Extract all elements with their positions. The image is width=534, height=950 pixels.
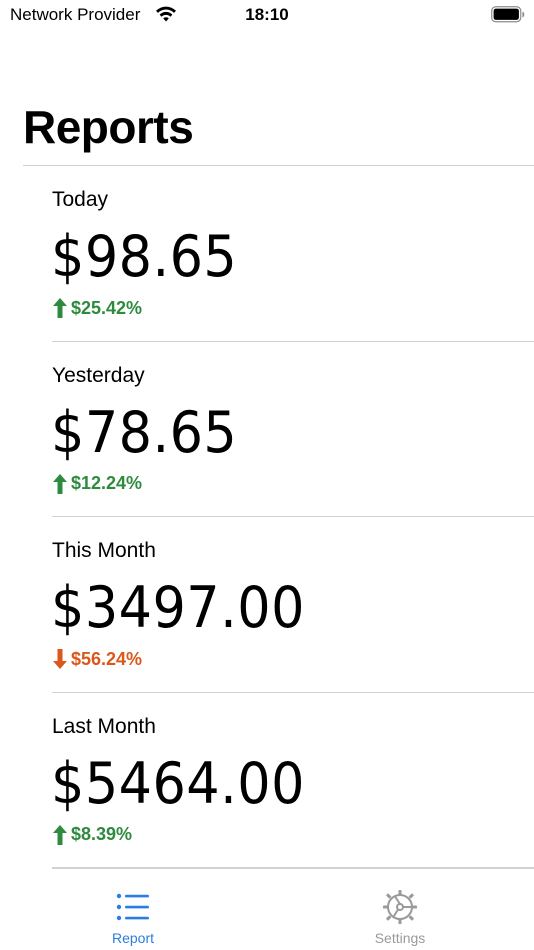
reports-list: Today $98.65 $25.42% Yesterday $78.65 $1… bbox=[51, 166, 534, 868]
arrow-up-icon bbox=[53, 298, 67, 318]
battery-icon bbox=[491, 6, 525, 23]
gear-icon bbox=[383, 890, 417, 924]
report-change-value: $8.39% bbox=[71, 824, 133, 844]
tab-bar-divider bbox=[52, 868, 534, 869]
report-item-yesterday[interactable]: Yesterday $78.65 $12.24% bbox=[51, 342, 534, 517]
report-label: This Month bbox=[52, 539, 156, 562]
arrow-up-icon bbox=[53, 824, 67, 845]
report-change: $8.39% bbox=[52, 823, 132, 847]
report-change-value: $12.24% bbox=[71, 473, 143, 493]
report-item-today[interactable]: Today $98.65 $25.42% bbox=[51, 166, 534, 342]
report-label: Today bbox=[52, 188, 109, 211]
status-bar: Network Provider 18:10 bbox=[0, 0, 534, 32]
report-amount: $3497.00 bbox=[51, 575, 305, 641]
tab-report[interactable]: Report bbox=[73, 888, 193, 946]
report-change-value: $56.24% bbox=[71, 648, 143, 669]
report-label: Yesterday bbox=[52, 363, 145, 387]
reports-screen: Network Provider 18:10 Reports Today $98… bbox=[0, 0, 534, 950]
report-label: Last Month bbox=[52, 714, 156, 738]
report-change-value: $25.42% bbox=[71, 297, 143, 318]
arrow-up-icon bbox=[53, 473, 67, 494]
page-title: Reports bbox=[23, 101, 194, 153]
status-time: 18:10 bbox=[245, 5, 289, 24]
tab-settings-label: Settings bbox=[374, 930, 426, 946]
report-item-this-month[interactable]: This Month $3497.00 $56.24% bbox=[51, 517, 534, 693]
tab-report-label: Report bbox=[111, 930, 155, 946]
report-change: $25.42% bbox=[52, 296, 142, 320]
report-amount: $98.65 bbox=[51, 224, 238, 290]
report-change: $56.24% bbox=[52, 647, 142, 671]
tab-settings[interactable]: Settings bbox=[340, 888, 460, 946]
report-change: $12.24% bbox=[52, 472, 142, 496]
tab-bar: Report Settings bbox=[0, 868, 534, 950]
report-amount: $78.65 bbox=[51, 399, 238, 466]
arrow-down-icon bbox=[53, 649, 67, 669]
report-item-last-month[interactable]: Last Month $5464.00 $8.39% bbox=[51, 693, 534, 868]
list-icon bbox=[116, 893, 149, 921]
report-amount: $5464.00 bbox=[51, 750, 305, 817]
